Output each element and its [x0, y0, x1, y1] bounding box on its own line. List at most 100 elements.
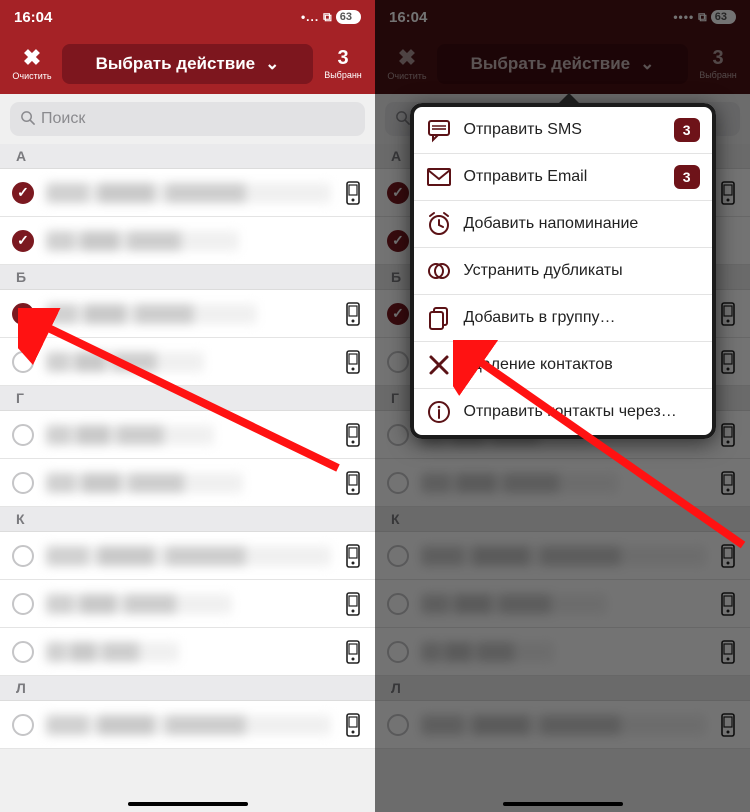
list-item[interactable] [0, 169, 375, 217]
checkbox-icon[interactable] [12, 424, 34, 446]
list-item[interactable] [0, 338, 375, 386]
checkbox-icon [387, 593, 409, 615]
list-item[interactable] [0, 411, 375, 459]
status-bar: 16:04 •••• ⧉ 63 [375, 0, 750, 34]
select-action-label: Выбрать действие [96, 54, 255, 74]
menu-item-add-to-group[interactable]: Добавить в группу… [414, 295, 712, 342]
menu-item-label: Добавить в группу… [464, 309, 616, 327]
selected-number: 3 [694, 48, 742, 68]
list-item[interactable] [0, 628, 375, 676]
phone-icon [343, 180, 363, 206]
checkbox-icon[interactable] [12, 593, 34, 615]
menu-item-send-email[interactable]: Отправить Email 3 [414, 154, 712, 201]
menu-item-label: Удаление контактов [464, 356, 613, 374]
search-icon [20, 110, 35, 129]
selected-count: 3 Выбранн [319, 48, 367, 80]
clear-button[interactable]: ✖ Очистить [8, 47, 56, 81]
contact-name-blurred [46, 352, 204, 372]
menu-item-delete-contacts[interactable]: Удаление контактов [414, 342, 712, 389]
checkbox-icon [387, 545, 409, 567]
contact-name-blurred [421, 642, 554, 662]
checkbox-icon [387, 472, 409, 494]
home-indicator[interactable] [128, 802, 248, 806]
menu-item-share-contacts[interactable]: Отправить контакты через… [414, 389, 712, 435]
checkbox-checked-icon[interactable] [12, 182, 34, 204]
menu-item-label: Отправить SMS [464, 121, 582, 139]
contact-name-blurred [421, 594, 607, 614]
phone-icon [718, 470, 738, 496]
search-icon [395, 110, 410, 129]
search-input[interactable]: Поиск [10, 102, 365, 136]
phone-icon [718, 639, 738, 665]
checkbox-checked-icon[interactable] [12, 230, 34, 252]
menu-item-remove-duplicates[interactable]: Устранить дубликаты [414, 248, 712, 295]
action-menu-popover: Отправить SMS 3 Отправить Email 3 Добави… [410, 103, 716, 439]
checkbox-icon [387, 641, 409, 663]
selected-label: Выбранн [694, 70, 742, 80]
battery-icon: 63 [336, 10, 361, 24]
phone-icon [343, 543, 363, 569]
select-action-button[interactable]: Выбрать действие ⌄ [62, 44, 313, 84]
duplicates-icon [426, 258, 452, 284]
checkbox-icon[interactable] [12, 351, 34, 373]
list-item[interactable] [0, 459, 375, 507]
screen-right: 16:04 •••• ⧉ 63 ✖ Очистить Выбрать дейст… [375, 0, 750, 812]
contact-name-blurred [46, 546, 331, 566]
checkbox-icon [387, 424, 409, 446]
chevron-down-icon: ⌄ [640, 54, 654, 74]
contact-name-blurred [421, 473, 618, 493]
email-icon [426, 164, 452, 190]
phone-icon [718, 180, 738, 206]
contact-name-blurred [46, 183, 331, 203]
checkbox-icon[interactable] [12, 545, 34, 567]
select-action-button[interactable]: Выбрать действие ⌄ [437, 44, 688, 84]
status-time: 16:04 [14, 9, 52, 26]
list-item[interactable] [0, 532, 375, 580]
select-action-label: Выбрать действие [471, 54, 630, 74]
checkbox-checked-icon [387, 303, 409, 325]
phone-icon [343, 422, 363, 448]
menu-item-badge: 3 [674, 165, 700, 189]
phone-icon [718, 349, 738, 375]
clear-label: Очистить [383, 71, 431, 81]
list-item[interactable] [0, 701, 375, 749]
checkbox-icon[interactable] [12, 714, 34, 736]
section-header: Б [0, 265, 375, 290]
list-item[interactable] [0, 580, 375, 628]
menu-item-badge: 3 [674, 118, 700, 142]
checkbox-icon[interactable] [12, 641, 34, 663]
close-icon: ✖ [383, 47, 431, 69]
checkbox-checked-icon [387, 182, 409, 204]
section-header: Л [0, 676, 375, 701]
checkbox-checked-icon[interactable] [12, 303, 34, 325]
delete-icon [426, 352, 452, 378]
menu-item-label: Отправить контакты через… [464, 403, 677, 421]
selected-label: Выбранн [319, 70, 367, 80]
chevron-down-icon: ⌄ [265, 54, 279, 74]
checkbox-icon[interactable] [12, 472, 34, 494]
list-item[interactable] [0, 217, 375, 265]
menu-item-send-sms[interactable]: Отправить SMS 3 [414, 107, 712, 154]
signal-dots-icon: •... [301, 10, 319, 24]
list-item [375, 532, 750, 580]
clear-button[interactable]: ✖ Очистить [383, 47, 431, 81]
contact-name-blurred [421, 715, 706, 735]
menu-item-label: Отправить Email [464, 168, 588, 186]
close-icon: ✖ [8, 47, 56, 69]
list-item [375, 580, 750, 628]
list-item[interactable] [0, 290, 375, 338]
contacts-list[interactable]: А Б Г [0, 144, 375, 749]
battery-icon: 63 [711, 10, 736, 24]
contact-name-blurred [421, 546, 706, 566]
selected-count: 3 Выбранн [694, 48, 742, 80]
toolbar: ✖ Очистить Выбрать действие ⌄ 3 Выбранн [375, 34, 750, 94]
list-item [375, 459, 750, 507]
section-header: К [0, 507, 375, 532]
phone-icon [718, 301, 738, 327]
section-header: Л [375, 676, 750, 701]
menu-item-add-reminder[interactable]: Добавить напоминание [414, 201, 712, 248]
contact-name-blurred [46, 642, 179, 662]
contact-name-blurred [46, 304, 257, 324]
contact-name-blurred [46, 231, 239, 251]
home-indicator[interactable] [503, 802, 623, 806]
